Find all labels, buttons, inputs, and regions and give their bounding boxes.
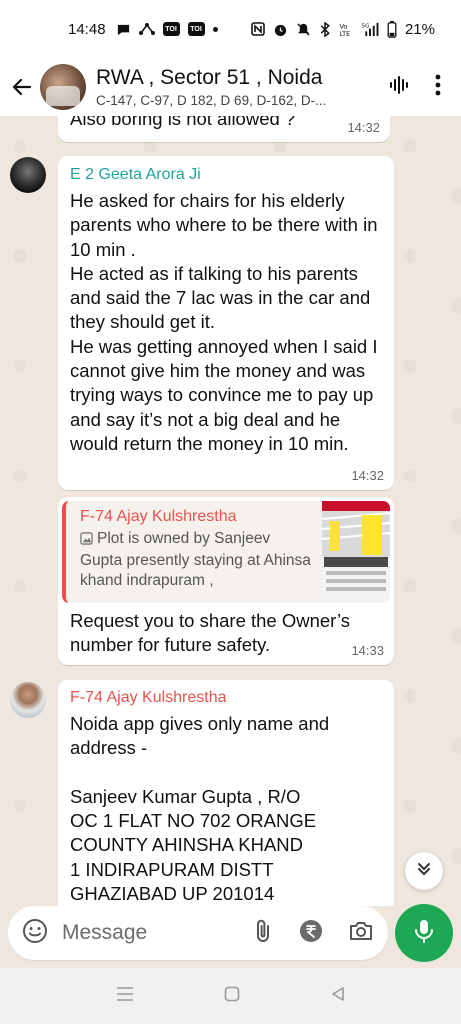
mute-icon — [296, 22, 311, 37]
message-composer: Message — [8, 906, 388, 960]
system-icons: Vo LTE 5G 21% — [251, 20, 435, 38]
avatar[interactable] — [10, 682, 46, 718]
message-bubble[interactable]: Also boring is not allowed ? 14:32 — [58, 116, 390, 142]
voice-record-button[interactable] — [395, 904, 453, 962]
network-share-icon — [138, 22, 155, 36]
message-time: 14:33 — [351, 643, 384, 658]
status-bar: 14:48 TOI TOI Vo LTE 5G 21% — [0, 0, 461, 58]
sender-name[interactable]: E 2 Geeta Arora Ji — [70, 165, 382, 185]
notification-icons: TOI TOI — [116, 22, 218, 37]
battery-icon — [387, 20, 397, 38]
nfc-icon — [251, 22, 265, 36]
recent-apps-icon[interactable] — [116, 986, 134, 1007]
home-icon[interactable] — [224, 986, 240, 1007]
toi-app-icon-2: TOI — [187, 22, 205, 36]
message-time: 14:32 — [351, 468, 384, 483]
back-nav-icon[interactable] — [330, 986, 346, 1007]
message-text: Also boring is not allowed ? — [70, 116, 296, 129]
chat-area[interactable]: Also boring is not allowed ? 14:32 E 2 G… — [0, 116, 461, 906]
message-bubble[interactable]: F-74 Ajay Kulshrestha Noida app gives on… — [58, 680, 394, 906]
scroll-to-bottom-button[interactable] — [405, 852, 443, 890]
message-bubble[interactable]: F-74 Ajay Kulshrestha Plot is owned by S… — [58, 497, 394, 665]
bluetooth-icon — [319, 21, 331, 37]
svg-text:LTE: LTE — [339, 30, 350, 37]
group-members: C-147, C-97, D 182, D 69, D-162, D-... — [96, 93, 327, 108]
quoted-text-content: Plot is owned by Sanjeev Gupta presently… — [80, 530, 311, 589]
message-text: Noida app gives only name and address - … — [70, 713, 330, 905]
group-title: RWA , Sector 51 , Noida — [96, 66, 323, 89]
more-options-icon[interactable] — [435, 74, 441, 101]
double-chevron-down-icon — [415, 860, 433, 883]
chat-header: RWA , Sector 51 , Noida C-147, C-97, D 1… — [0, 58, 461, 116]
avatar[interactable] — [10, 157, 46, 193]
sender-name[interactable]: F-74 Ajay Kulshrestha — [70, 688, 382, 708]
group-avatar[interactable] — [40, 64, 86, 110]
message-text: Request you to share the Owner’s number … — [70, 610, 356, 656]
image-icon — [80, 531, 93, 551]
svg-text:5G: 5G — [362, 23, 370, 29]
chat-bubble-icon — [116, 22, 131, 37]
volte-icon: Vo LTE — [339, 22, 353, 37]
attach-icon[interactable] — [252, 918, 274, 949]
message-text: He asked for chairs for his elderly pare… — [70, 190, 378, 454]
status-time: 14:48 — [68, 20, 106, 38]
toi-app-icon: TOI — [162, 22, 180, 36]
header-actions — [387, 73, 453, 102]
alarm-icon — [273, 22, 288, 37]
system-nav-bar — [0, 968, 461, 1024]
message-input[interactable]: Message — [62, 921, 252, 945]
back-arrow-icon[interactable] — [8, 73, 36, 101]
quoted-image-thumbnail[interactable] — [322, 501, 390, 603]
rupee-payment-icon[interactable] — [298, 918, 324, 949]
quoted-sender: F-74 Ajay Kulshrestha — [80, 508, 237, 525]
message-bubble[interactable]: E 2 Geeta Arora Ji He asked for chairs f… — [58, 156, 394, 490]
signal-icon: 5G — [361, 22, 379, 37]
quoted-message[interactable]: F-74 Ajay Kulshrestha Plot is owned by S… — [62, 501, 390, 603]
emoji-icon[interactable] — [22, 918, 48, 949]
chat-info[interactable]: RWA , Sector 51 , Noida C-147, C-97, D 1… — [96, 66, 379, 108]
camera-icon[interactable] — [348, 919, 374, 948]
battery-percent: 21% — [404, 20, 435, 38]
quoted-text: Plot is owned by Sanjeev Gupta presently… — [80, 529, 314, 591]
voice-chat-icon[interactable] — [387, 73, 411, 102]
message-time: 14:32 — [347, 120, 380, 135]
more-notifications-dot — [212, 26, 218, 32]
microphone-icon — [414, 918, 434, 949]
